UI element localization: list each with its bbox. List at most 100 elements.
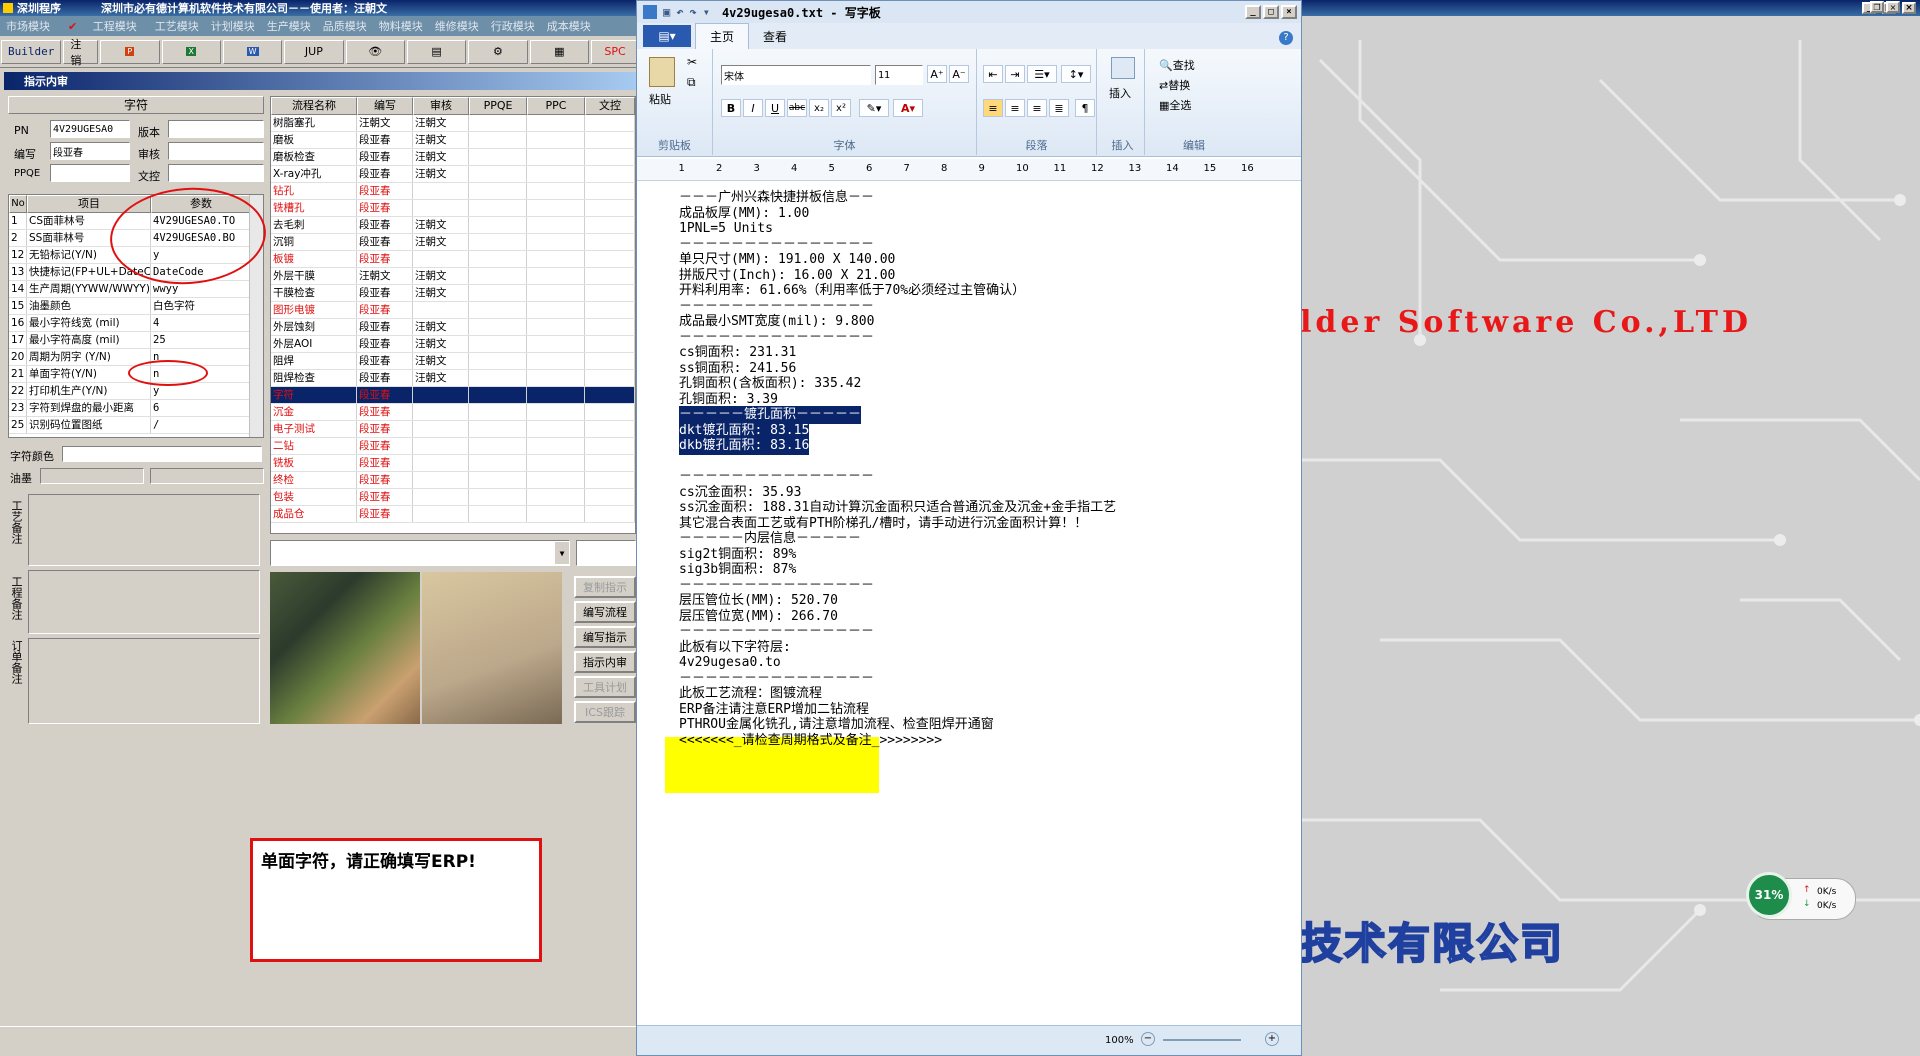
flow-row[interactable]: 干膜检查 段亚春 汪朝文 <box>271 285 635 302</box>
italic-icon[interactable]: I <box>743 99 763 117</box>
find-button[interactable]: 🔍查找 <box>1159 57 1195 73</box>
menu-cost[interactable]: 成本模块 <box>547 18 591 34</box>
font-size-select[interactable]: 11 <box>875 65 923 85</box>
builder-button[interactable]: Builder <box>1 39 62 64</box>
redo-icon[interactable]: ↷ <box>689 5 696 19</box>
replace-button[interactable]: ⇄替换 <box>1159 77 1190 93</box>
word-icon[interactable]: W <box>222 39 283 64</box>
flow-combo[interactable]: ▼ <box>270 540 570 566</box>
font-name-select[interactable]: 宋体 <box>721 65 871 85</box>
paste-icon[interactable] <box>649 57 675 87</box>
menu-admin[interactable]: 行政模块 <box>491 18 535 34</box>
flow-row[interactable]: 铣槽孔 段亚春 <box>271 200 635 217</box>
params-row[interactable]: 14 生产周期(YYWW/WWYY) wwyy <box>9 281 263 298</box>
superscript-icon[interactable]: x² <box>831 99 851 117</box>
tab-home[interactable]: 主页 <box>695 23 750 49</box>
subscript-icon[interactable]: x₂ <box>809 99 829 117</box>
edit-instruction-button[interactable]: 编写指示 <box>574 626 636 648</box>
order-note-area[interactable] <box>28 638 260 724</box>
flow-row[interactable]: 字符 段亚春 <box>271 387 635 404</box>
flow-row[interactable]: 板镀 段亚春 <box>271 251 635 268</box>
flow-row[interactable]: 成品仓 段亚春 <box>271 506 635 523</box>
select-all-button[interactable]: ▦全选 <box>1159 97 1191 113</box>
menu-engineering[interactable]: ✔ 工程模块 <box>62 18 143 34</box>
zoom-in-icon[interactable]: + <box>1265 1032 1279 1046</box>
audit-instruction-button[interactable]: 指示内审 <box>574 651 636 673</box>
document-area[interactable]: －－－广州兴森快捷拼板信息－－ 成品板厚(MM): 1.00 1PNL=5 Unit… <box>637 181 1301 1021</box>
copy-instruction-button[interactable]: 复制指示 <box>574 576 636 598</box>
align-right-icon[interactable]: ≡ <box>1027 99 1047 117</box>
save-icon[interactable]: ▣ <box>663 5 670 19</box>
zoom-slider[interactable] <box>1163 1039 1241 1041</box>
tab-view[interactable]: 查看 <box>749 24 801 49</box>
params-row[interactable]: 20 周期为阴字 (Y/N) n <box>9 349 263 366</box>
network-icon[interactable]: ⚙ <box>468 39 528 64</box>
control-field[interactable] <box>168 164 264 182</box>
flow-row[interactable]: 树脂塞孔 汪朝文 汪朝文 <box>271 115 635 132</box>
flow-row[interactable]: 外层干膜 汪朝文 汪朝文 <box>271 268 635 285</box>
version-field[interactable] <box>168 120 264 138</box>
insert-picture-icon[interactable] <box>1111 57 1135 79</box>
edit-flow-button[interactable]: 编写流程 <box>574 601 636 623</box>
engineering-note-area[interactable] <box>28 570 260 634</box>
review-field[interactable] <box>168 142 264 160</box>
font-color-icon[interactable]: A▾ <box>893 99 923 117</box>
line-spacing-icon[interactable]: ↕▾ <box>1061 65 1091 83</box>
app-menu-button[interactable]: ▤▾ <box>643 25 691 47</box>
bullets-icon[interactable]: ☰▾ <box>1027 65 1057 83</box>
flow-row[interactable]: 钻孔 段亚春 <box>271 183 635 200</box>
jup-button[interactable]: JUP <box>284 39 344 64</box>
flow-row[interactable]: 沉铜 段亚春 汪朝文 <box>271 234 635 251</box>
flow-row[interactable]: 磨板 段亚春 汪朝文 <box>271 132 635 149</box>
close-button[interactable]: × <box>1902 2 1916 14</box>
process-note-area[interactable] <box>28 494 260 566</box>
book-icon[interactable]: ▤ <box>406 39 467 64</box>
menu-material[interactable]: 物料模块 <box>379 18 423 34</box>
quick-access-dropdown[interactable]: ▾ <box>703 5 710 19</box>
wp-maximize-button[interactable]: □ <box>1263 5 1279 19</box>
spc-button[interactable]: SPC <box>591 39 640 64</box>
ics-track-button[interactable]: ICS跟踪 <box>574 701 636 723</box>
desktop-restore-button[interactable]: ❐ <box>1870 1 1884 13</box>
pn-field[interactable]: 4V29UGESA0 <box>50 120 130 138</box>
menu-market[interactable]: 市场模块 <box>6 18 50 34</box>
ruler[interactable]: 1 2 3 4 5 6 7 8 9 10 11 12 13 14 15 16 <box>637 159 1301 181</box>
help-icon[interactable]: ? <box>1279 31 1293 45</box>
flow-row[interactable]: 阻焊 段亚春 汪朝文 <box>271 353 635 370</box>
highlight-icon[interactable]: ✎▾ <box>859 99 889 117</box>
justify-icon[interactable]: ≣ <box>1049 99 1069 117</box>
align-left-icon[interactable]: ≡ <box>983 99 1003 117</box>
chevron-down-icon[interactable]: ▼ <box>555 542 569 564</box>
params-row[interactable]: 23 字符到焊盘的最小距离 6 <box>9 400 263 417</box>
params-row[interactable]: 17 最小字符高度 (mil) 25 <box>9 332 263 349</box>
paragraph-icon[interactable]: ¶ <box>1075 99 1095 117</box>
flow-row[interactable]: 外层蚀刻 段亚春 汪朝文 <box>271 319 635 336</box>
flow-input[interactable] <box>576 540 636 566</box>
flow-row[interactable]: 阻焊检查 段亚春 汪朝文 <box>271 370 635 387</box>
params-row[interactable]: 22 打印机生产(Y/N) y <box>9 383 263 400</box>
underline-icon[interactable]: U <box>765 99 785 117</box>
flow-row[interactable]: 去毛刺 段亚春 汪朝文 <box>271 217 635 234</box>
menu-plan[interactable]: 计划模块 <box>211 18 255 34</box>
cut-icon[interactable]: ✂ <box>687 55 697 69</box>
flow-row[interactable]: 外层AOI 段亚春 汪朝文 <box>271 336 635 353</box>
excel-icon[interactable]: X <box>161 39 221 64</box>
params-row[interactable]: 15 油墨颜色 白色字符 <box>9 298 263 315</box>
logout-button[interactable]: 注销 <box>63 38 99 67</box>
undo-icon[interactable]: ↶ <box>676 5 683 19</box>
menu-maintenance[interactable]: 维修模块 <box>435 18 479 34</box>
decrease-indent-icon[interactable]: ⇤ <box>983 65 1003 83</box>
flow-row[interactable]: 磨板检查 段亚春 汪朝文 <box>271 149 635 166</box>
align-center-icon[interactable]: ≡ <box>1005 99 1025 117</box>
menu-process[interactable]: 工艺模块 <box>155 18 199 34</box>
params-row[interactable]: 25 识别码位置图纸 / <box>9 417 263 434</box>
flow-row[interactable]: X-ray冲孔 段亚春 汪朝文 <box>271 166 635 183</box>
ink-field-2[interactable] <box>150 468 264 484</box>
char-color-select[interactable] <box>62 446 262 462</box>
flow-row[interactable]: 终检 段亚春 <box>271 472 635 489</box>
eye-icon[interactable]: 👁 <box>345 39 405 64</box>
author-field[interactable]: 段亚春 <box>50 142 130 160</box>
wp-minimize-button[interactable]: _ <box>1245 5 1261 19</box>
paste-button[interactable]: 粘贴 <box>649 91 671 107</box>
insert-button[interactable]: 插入 <box>1109 85 1131 101</box>
